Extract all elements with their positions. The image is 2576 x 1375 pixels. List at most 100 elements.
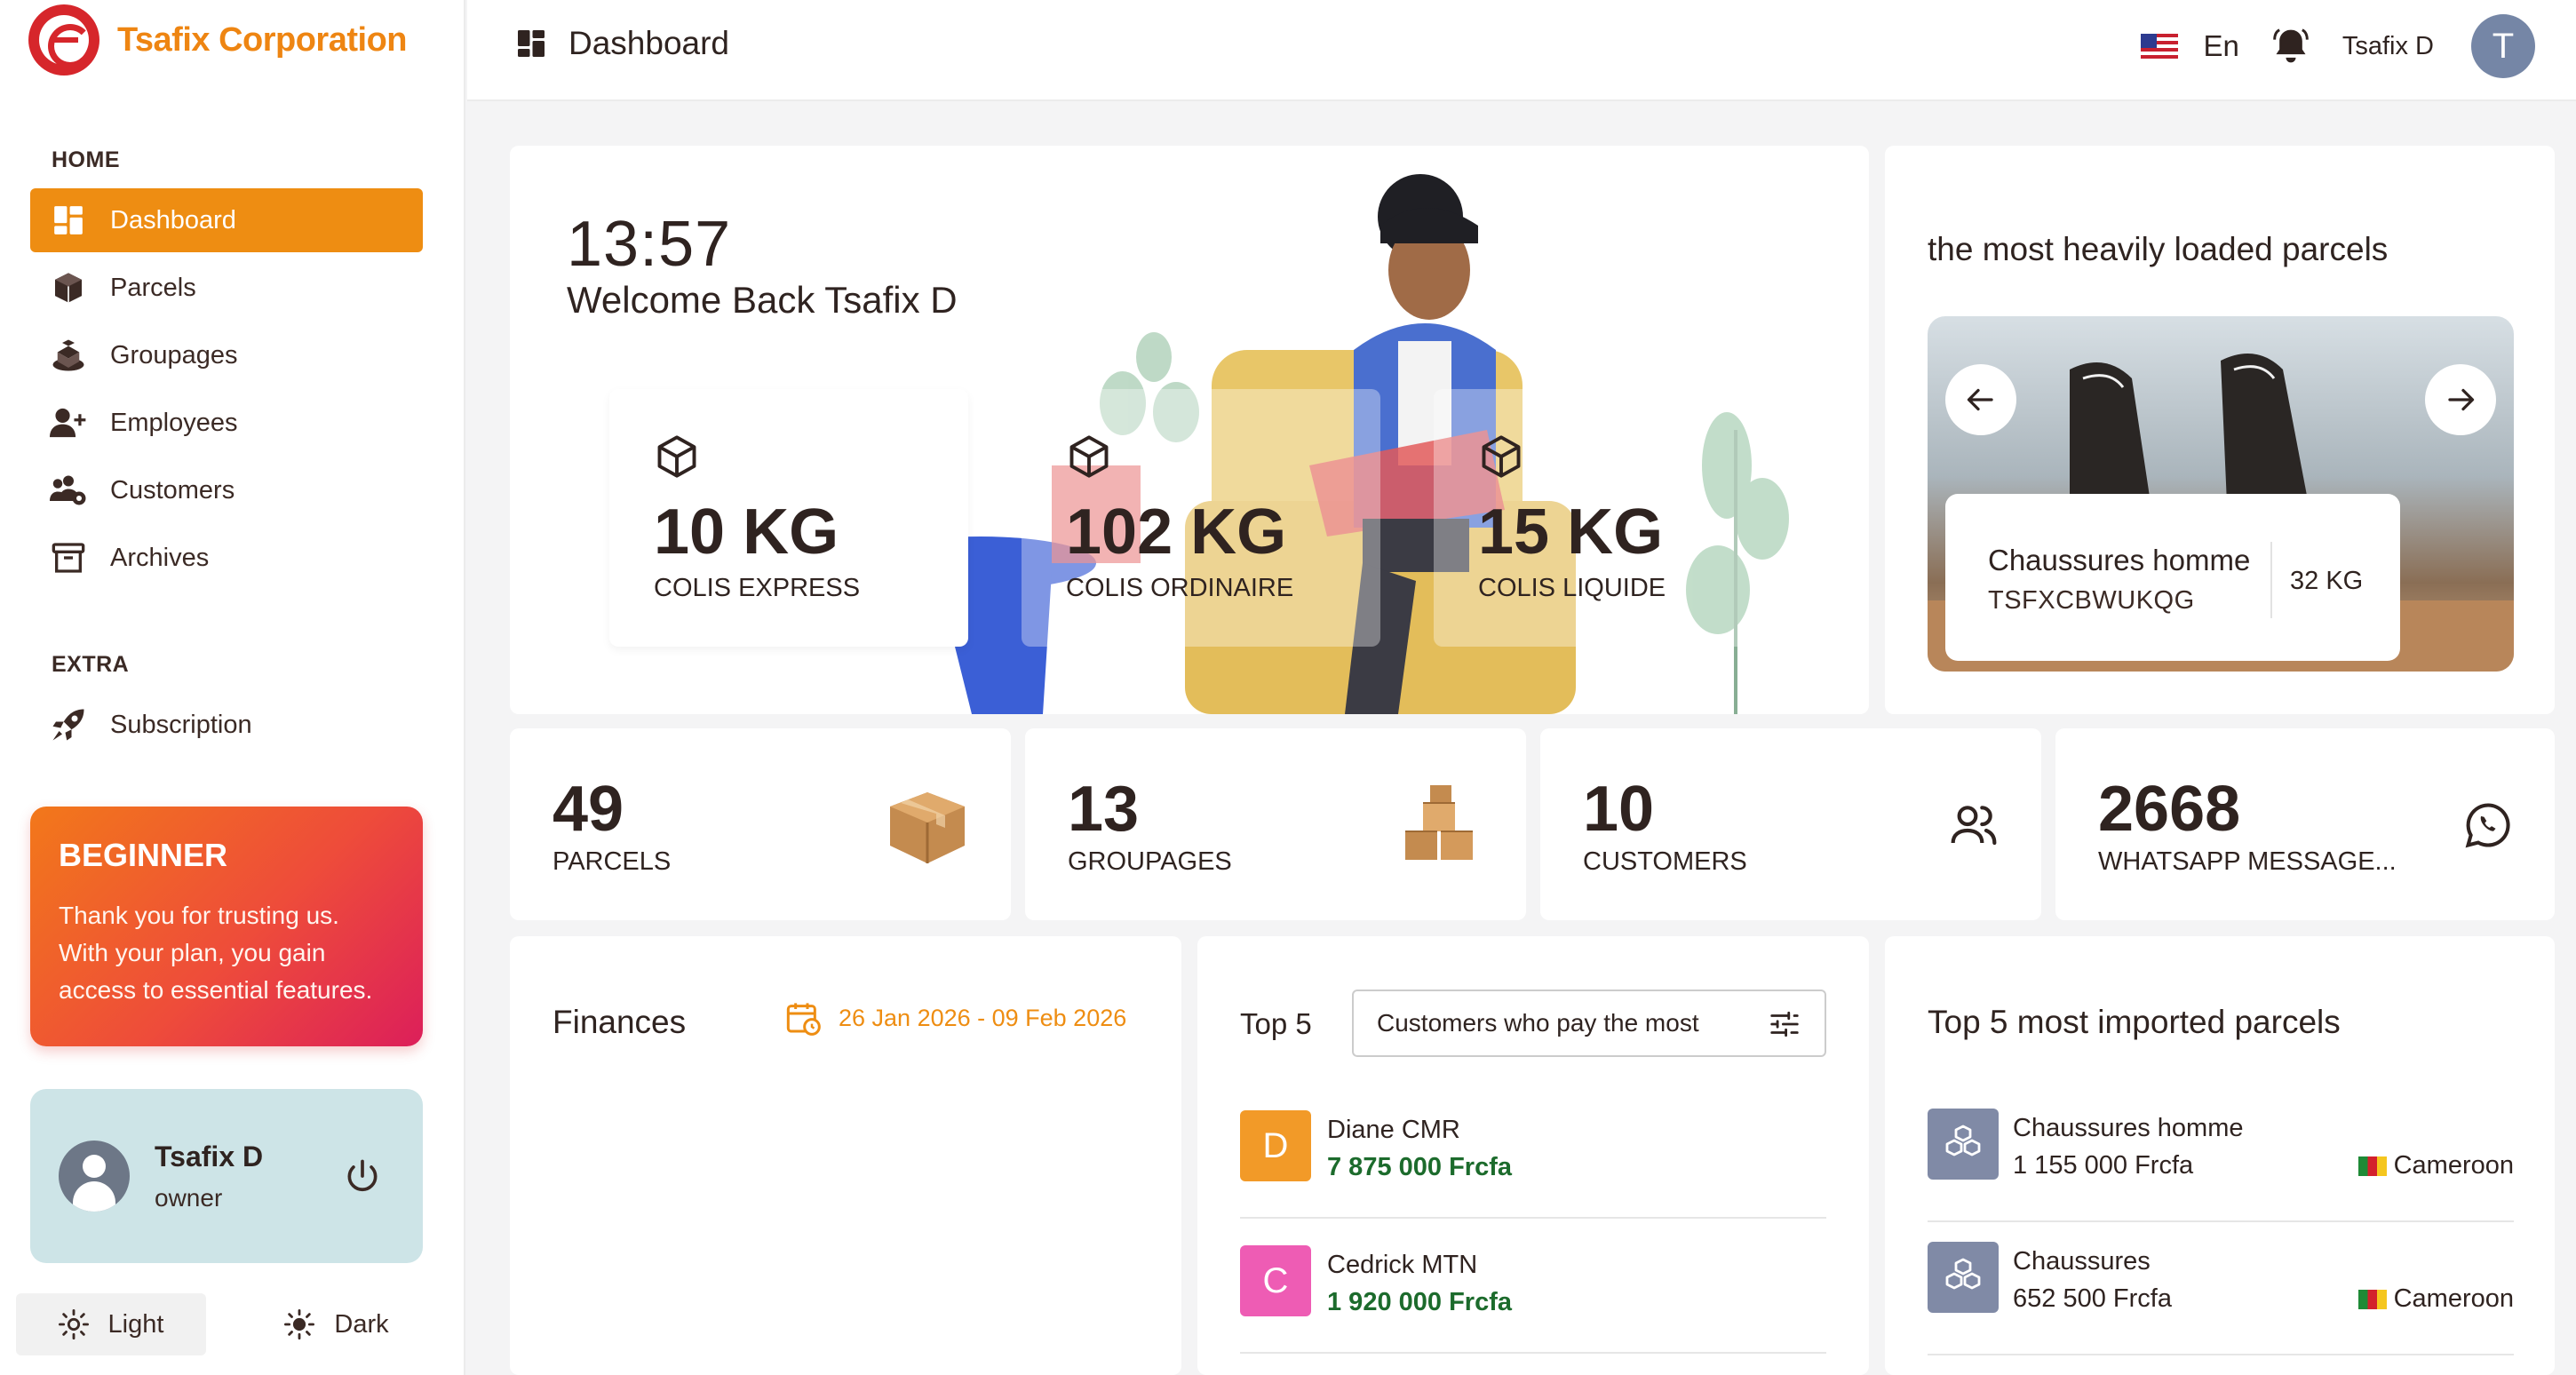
brand-logo-icon: [28, 4, 99, 76]
stat-value: 49: [553, 774, 624, 845]
top5-filter-select[interactable]: Customers who pay the most: [1352, 990, 1826, 1057]
sidebar-item-customers[interactable]: Customers: [30, 458, 423, 522]
parcel-cluster-icon: [1928, 1242, 1999, 1313]
section-title-extra: EXTRA: [52, 652, 130, 677]
arrow-right-icon: [2448, 388, 2475, 411]
stat-value: 13: [1068, 774, 1140, 845]
welcome-card: 13:57 Welcome Back Tsafix D 10 KG COLIS …: [510, 146, 1869, 714]
power-icon[interactable]: [343, 1156, 382, 1196]
carousel-prev-button[interactable]: [1945, 364, 2016, 435]
notification-bell-icon[interactable]: [2271, 27, 2310, 66]
dark-theme-button[interactable]: Dark: [242, 1293, 432, 1355]
parcel-info[interactable]: Chaussures homme TSFXCBWUKQG 32 KG: [1945, 494, 2400, 661]
weight-value: 10 KG: [654, 497, 839, 568]
heavy-parcels-card: the most heavily loaded parcels Chaussur…: [1885, 146, 2555, 714]
archive-icon: [50, 539, 87, 576]
sidebar-item-groupages[interactable]: Groupages: [30, 323, 423, 387]
top-header: Dashboard En Tsafix D T: [467, 0, 2576, 101]
plan-card: BEGINNER Thank you for trusting us. With…: [30, 807, 423, 1046]
plan-title: BEGINNER: [59, 837, 228, 873]
weight-label: COLIS EXPRESS: [654, 574, 861, 602]
sliders-icon: [1770, 1011, 1799, 1037]
page-title: Dashboard: [515, 25, 729, 62]
weight-card-ordinaire: 102 KG COLIS ORDINAIRE: [1022, 389, 1380, 647]
parcel-code: TSFXCBWUKQG: [1988, 586, 2195, 615]
cardboard-box-icon: [890, 792, 965, 863]
imported-parcel-name: Chaussures homme: [2013, 1114, 2244, 1142]
list-item[interactable]: Chaussures 652 500 Frcfa Cameroon: [1928, 1222, 2514, 1355]
top5-customers-card: Top 5 Customers who pay the most D Diane…: [1197, 936, 1869, 1375]
light-theme-label: Light: [107, 1309, 164, 1339]
stat-label: WHATSAPP MESSAGE...: [2098, 847, 2397, 876]
top-imported-title: Top 5 most imported parcels: [1928, 1004, 2341, 1040]
top5-title: Top 5: [1240, 1007, 1312, 1040]
customer-avatar: C: [1240, 1245, 1311, 1316]
finances-title: Finances: [553, 1004, 687, 1040]
sidebar-item-label: Subscription: [110, 710, 252, 739]
customer-avatar: D: [1240, 1110, 1311, 1181]
carousel-next-button[interactable]: [2425, 364, 2496, 435]
weight-label: COLIS LIQUIDE: [1478, 574, 1666, 602]
dashboard-icon: [50, 202, 87, 239]
cameroon-flag-icon: [2357, 1289, 2387, 1309]
calendar-clock-icon: [786, 1003, 821, 1036]
parcel-name: Chaussures homme: [1988, 544, 2251, 576]
brand[interactable]: Tsafix Corporation: [28, 4, 408, 76]
sidebar-item-archives[interactable]: Archives: [30, 526, 423, 590]
customer-amount: 7 875 000 Frcfa: [1327, 1153, 1512, 1181]
sidebar-item-parcels[interactable]: Parcels: [30, 256, 423, 320]
top-imported-card: Top 5 most imported parcels Chaussures h…: [1885, 936, 2555, 1375]
rocket-icon: [50, 706, 87, 743]
theme-switcher: Light Dark: [16, 1293, 433, 1355]
header-avatar[interactable]: T: [2471, 14, 2535, 78]
list-item[interactable]: Chaussures homme 1 155 000 Frcfa Cameroo…: [1928, 1089, 2514, 1222]
users-gear-icon: [50, 472, 87, 509]
stat-label: GROUPAGES: [1068, 847, 1232, 876]
stat-card-parcels[interactable]: 49 PARCELS: [510, 728, 1011, 920]
avatar: [59, 1141, 130, 1212]
country-name: Cameroon: [2393, 1284, 2514, 1313]
date-range-text: 26 Jan 2026 - 09 Feb 2026: [839, 1004, 1127, 1031]
brand-name: Tsafix Corporation: [117, 20, 408, 59]
imported-parcel-country: Cameroon: [2357, 1151, 2514, 1180]
cube-icon: [657, 435, 696, 478]
plan-text: Thank you for trusting us. With your pla…: [59, 902, 373, 1004]
imported-parcel-amount: 652 500 Frcfa: [2013, 1284, 2172, 1313]
list-item[interactable]: D Diane CMR 7 875 000 Frcfa: [1240, 1085, 1826, 1219]
stat-card-customers[interactable]: 10 CUSTOMERS: [1540, 728, 2041, 920]
imported-parcel-amount: 1 155 000 Frcfa: [2013, 1151, 2194, 1180]
section-title-home: HOME: [52, 147, 120, 172]
heavy-parcels-title: the most heavily loaded parcels: [1928, 231, 2389, 267]
dark-theme-label: Dark: [334, 1309, 389, 1339]
weight-card-liquide: 15 KG COLIS LIQUIDE: [1434, 389, 1793, 647]
us-flag-icon[interactable]: [2141, 34, 2179, 59]
finances-date-range[interactable]: 26 Jan 2026 - 09 Feb 2026: [785, 1000, 1126, 1036]
language-selector[interactable]: En: [2203, 29, 2238, 63]
sidebar-item-dashboard[interactable]: Dashboard: [30, 188, 423, 252]
sidebar-item-employees[interactable]: Employees: [30, 391, 423, 455]
sidebar-item-label: Customers: [110, 475, 235, 505]
whatsapp-icon: [2465, 803, 2510, 848]
parcel-carousel: Chaussures homme TSFXCBWUKQG 32 KG: [1928, 316, 2514, 672]
groupage-icon: [50, 337, 87, 374]
stat-card-groupages[interactable]: 13 GROUPAGES: [1025, 728, 1526, 920]
stat-label: PARCELS: [553, 847, 672, 876]
country-name: Cameroon: [2393, 1151, 2514, 1180]
sidebar-item-subscription[interactable]: Subscription: [30, 693, 423, 757]
welcome-clock: 13:57: [567, 209, 732, 280]
user-add-icon: [50, 404, 87, 441]
sidebar-item-label: Parcels: [110, 273, 196, 302]
light-theme-button[interactable]: Light: [16, 1293, 206, 1355]
weight-value: 15 KG: [1478, 497, 1664, 568]
imported-parcel-country: Cameroon: [2357, 1284, 2514, 1314]
cube-icon: [1069, 435, 1109, 478]
parcel-weight: 32 KG: [2290, 567, 2364, 595]
customer-name: Diane CMR: [1327, 1116, 1460, 1144]
welcome-message: Welcome Back Tsafix D: [567, 279, 958, 321]
header-user-name[interactable]: Tsafix D: [2342, 32, 2434, 61]
list-item[interactable]: C Cedrick MTN 1 920 000 Frcfa: [1240, 1220, 1826, 1354]
stat-card-whatsapp[interactable]: 2668 WHATSAPP MESSAGE...: [2055, 728, 2555, 920]
imported-parcel-name: Chaussures: [2013, 1247, 2151, 1276]
cube-icon: [1482, 435, 1521, 478]
sidebar-item-label: Employees: [110, 408, 238, 437]
